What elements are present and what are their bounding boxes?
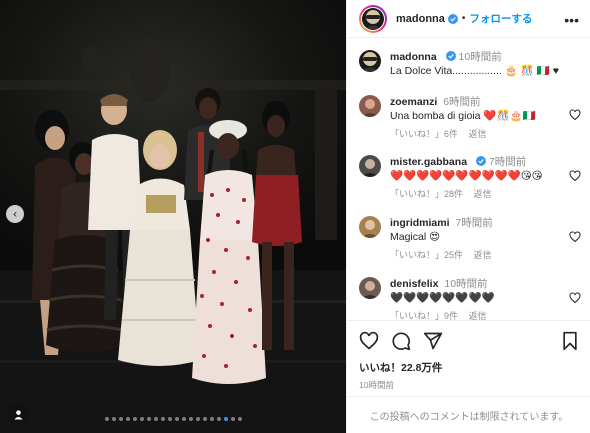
- reply-button[interactable]: 返信: [474, 189, 492, 199]
- carousel-dot[interactable]: [181, 417, 186, 421]
- user-tag-icon[interactable]: [8, 404, 28, 424]
- avatar[interactable]: [359, 155, 381, 177]
- reply-button[interactable]: 返信: [469, 129, 487, 139]
- avatar[interactable]: [359, 50, 381, 72]
- follow-button[interactable]: フォローする: [469, 11, 532, 26]
- carousel-dot[interactable]: [202, 417, 207, 421]
- comment-item: mister.gabbana 7時間前 ❤️❤️❤️❤️❤️❤️❤️❤️❤️❤️…: [359, 155, 583, 201]
- story-ring[interactable]: [359, 4, 387, 33]
- comment-item: zoemanzi 6時間前 Una bomba di gioia ❤️🎊🎂🇮🇹 …: [359, 95, 583, 141]
- carousel-dot-active[interactable]: [223, 417, 228, 421]
- carousel-dot[interactable]: [195, 417, 200, 421]
- comment-item: denisfelix 10時間前 🖤🖤🖤🖤🖤🖤🖤🖤 「いいね！」9件 返信: [359, 277, 583, 320]
- carousel-prev-icon[interactable]: ‹: [6, 205, 24, 223]
- comment-username[interactable]: ingridmiami: [390, 217, 450, 229]
- comment-text: Una bomba di gioia ❤️🎊🎂🇮🇹: [390, 110, 536, 122]
- heart-icon[interactable]: [569, 292, 581, 304]
- comments-list[interactable]: madonna 10時間前 La Dolce Vita.............…: [347, 38, 590, 320]
- like-count[interactable]: いいね！22.8万件: [359, 360, 579, 375]
- reply-button[interactable]: 返信: [474, 250, 492, 260]
- carousel-dot[interactable]: [188, 417, 193, 421]
- carousel-dot[interactable]: [125, 417, 130, 421]
- carousel-dot[interactable]: [104, 417, 109, 421]
- comment-item: ingridmiami 7時間前 Magical 😍 「いいね！」25件 返信: [359, 216, 583, 262]
- avatar[interactable]: [359, 95, 381, 117]
- carousel-dot[interactable]: [167, 417, 172, 421]
- carousel-dot[interactable]: [111, 417, 116, 421]
- carousel-dot[interactable]: [153, 417, 158, 421]
- carousel-dot[interactable]: [209, 417, 214, 421]
- verified-icon: [447, 13, 458, 24]
- verified-icon: [445, 51, 456, 61]
- comment-text: ❤️❤️❤️❤️❤️❤️❤️❤️❤️❤️😘😘: [390, 170, 543, 182]
- comment-icon[interactable]: [391, 331, 411, 351]
- heart-icon[interactable]: [569, 231, 581, 243]
- comment-likes[interactable]: 「いいね！」6件: [390, 129, 458, 139]
- bookmark-icon[interactable]: [561, 331, 579, 351]
- heart-icon[interactable]: [359, 331, 379, 351]
- caption-text: La Dolce Vita.................: [390, 65, 502, 77]
- author-avatar[interactable]: [362, 7, 384, 30]
- comment-text: Magical 😍: [390, 231, 441, 243]
- share-icon[interactable]: [423, 331, 443, 351]
- post-timestamp[interactable]: 10時間前: [359, 379, 579, 391]
- post-header: madonna • フォローする •••: [347, 0, 590, 38]
- carousel-dot[interactable]: [146, 417, 151, 421]
- comment-time: 6時間前: [443, 96, 481, 108]
- comment-username[interactable]: mister.gabbana: [390, 156, 467, 168]
- carousel-dot[interactable]: [230, 417, 235, 421]
- verified-icon: [475, 156, 486, 166]
- carousel-dot[interactable]: [132, 417, 137, 421]
- reply-button[interactable]: 返信: [469, 311, 487, 320]
- carousel-dot[interactable]: [118, 417, 123, 421]
- carousel-dot[interactable]: [139, 417, 144, 421]
- comment-time: 7時間前: [455, 217, 493, 229]
- comment-likes[interactable]: 「いいね！」25件: [390, 250, 463, 260]
- avatar[interactable]: [359, 277, 381, 299]
- caption-username[interactable]: madonna: [390, 51, 437, 63]
- comment-text: 🖤🖤🖤🖤🖤🖤🖤🖤: [390, 292, 495, 304]
- separator-dot: •: [461, 13, 466, 24]
- avatar[interactable]: [359, 216, 381, 238]
- carousel-dots: [0, 417, 346, 421]
- comment-time: 7時間前: [488, 156, 527, 168]
- comment-username[interactable]: zoemanzi: [390, 96, 437, 108]
- carousel-dot[interactable]: [160, 417, 165, 421]
- caption: madonna 10時間前 La Dolce Vita.............…: [359, 50, 583, 78]
- caption-emoji: 🎂 🎊 🇮🇹 ♥: [504, 65, 559, 77]
- comment-username[interactable]: denisfelix: [390, 278, 438, 290]
- comment-time: 10時間前: [444, 278, 488, 290]
- comment-likes[interactable]: 「いいね！」9件: [390, 311, 458, 320]
- post-panel: madonna • フォローする ••• madonna 10時間前 La Do…: [346, 0, 590, 433]
- action-bar: いいね！22.8万件 10時間前: [347, 320, 590, 391]
- carousel-dot[interactable]: [216, 417, 221, 421]
- comment-likes[interactable]: 「いいね！」28件: [390, 189, 463, 199]
- caption-time: 10時間前: [458, 51, 502, 63]
- carousel-dot[interactable]: [237, 417, 242, 421]
- author-username[interactable]: madonna: [396, 13, 445, 25]
- post-photo[interactable]: ‹: [0, 0, 346, 433]
- more-icon[interactable]: •••: [564, 12, 579, 28]
- comments-restricted-notice: この投稿へのコメントは制限されています。: [347, 396, 590, 433]
- photo-scene: [0, 38, 346, 433]
- carousel-dot[interactable]: [174, 417, 179, 421]
- heart-icon[interactable]: [569, 109, 581, 121]
- heart-icon[interactable]: [569, 170, 581, 182]
